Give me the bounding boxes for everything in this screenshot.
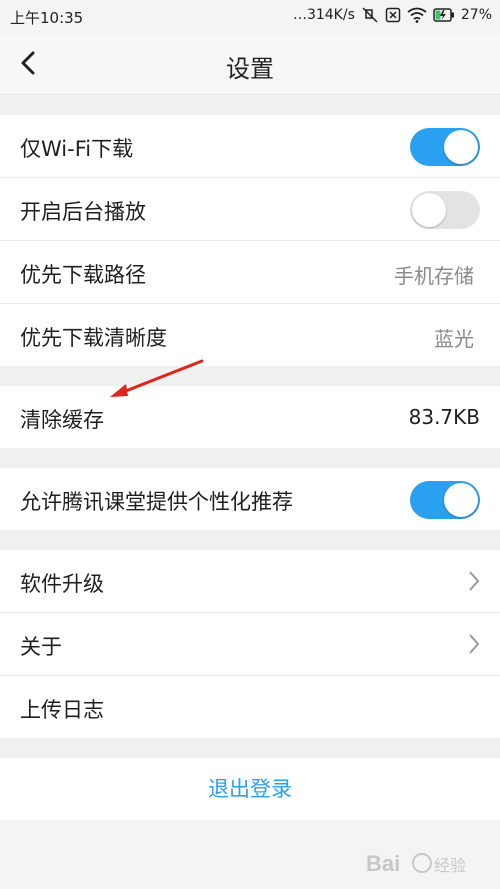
settings-group-recommend: 允许腾讯课堂提供个性化推荐 bbox=[0, 468, 500, 530]
section-gap bbox=[0, 530, 500, 550]
section-gap bbox=[0, 366, 500, 386]
row-label: 关于 bbox=[20, 635, 62, 659]
row-value: 蓝光 bbox=[434, 327, 474, 351]
toggle-knob bbox=[444, 130, 478, 164]
row-value: 手机存储 bbox=[394, 264, 474, 288]
baidu-watermark-logo: Bai 经验 bbox=[366, 851, 466, 876]
row-download-quality[interactable]: 优先下载清晰度 蓝光 bbox=[0, 304, 500, 366]
row-label: 仅Wi-Fi下载 bbox=[20, 137, 134, 161]
toggle-knob bbox=[412, 193, 446, 227]
toggle-switch-off[interactable] bbox=[410, 191, 480, 229]
section-gap bbox=[0, 448, 500, 468]
chevron-right-icon bbox=[469, 571, 480, 591]
toggle-switch-on[interactable] bbox=[410, 128, 480, 166]
battery-percent: 27% bbox=[460, 7, 492, 23]
svg-text:经验: 经验 bbox=[434, 857, 466, 875]
row-label: 清除缓存 bbox=[20, 408, 104, 432]
svg-text:Bai: Bai bbox=[366, 851, 400, 876]
toggle-knob bbox=[444, 483, 478, 517]
mute-icon bbox=[362, 7, 378, 23]
row-upload-log[interactable]: 上传日志 bbox=[0, 676, 500, 738]
toggle-switch-on[interactable] bbox=[410, 481, 480, 519]
row-label: 开启后台播放 bbox=[20, 200, 146, 224]
wifi-icon bbox=[407, 7, 427, 23]
row-label: 上传日志 bbox=[20, 698, 104, 722]
row-personalized-recommend[interactable]: 允许腾讯课堂提供个性化推荐 bbox=[0, 468, 500, 530]
sim-off-icon bbox=[385, 7, 401, 23]
row-clear-cache[interactable]: 清除缓存 83.7KB bbox=[0, 386, 500, 448]
settings-group-download: 仅Wi-Fi下载 开启后台播放 优先下载路径 手机存储 优先下载清晰度 蓝光 bbox=[0, 115, 500, 366]
chevron-right-icon bbox=[469, 634, 480, 654]
row-about[interactable]: 关于 bbox=[0, 613, 500, 676]
page-title: 设置 bbox=[226, 55, 274, 83]
settings-group-cache: 清除缓存 83.7KB bbox=[0, 386, 500, 448]
row-download-path[interactable]: 优先下载路径 手机存储 bbox=[0, 241, 500, 304]
status-icons: …314K/s 27% bbox=[293, 7, 492, 23]
annotation-arrow-icon bbox=[110, 359, 204, 397]
row-software-update[interactable]: 软件升级 bbox=[0, 550, 500, 613]
status-bar: 上午10:35 …314K/s 27% bbox=[0, 0, 500, 34]
status-time: 上午10:35 bbox=[10, 9, 84, 27]
row-wifi-only-download[interactable]: 仅Wi-Fi下载 bbox=[0, 115, 500, 178]
cache-size: 83.7KB bbox=[408, 405, 480, 429]
settings-group-misc: 软件升级 关于 上传日志 bbox=[0, 550, 500, 738]
row-label: 优先下载路径 bbox=[20, 263, 146, 287]
section-gap bbox=[0, 738, 500, 758]
battery-charging-icon bbox=[433, 8, 454, 22]
row-label: 软件升级 bbox=[20, 572, 104, 596]
logout-button[interactable]: 退出登录 bbox=[0, 758, 500, 820]
row-label: 允许腾讯课堂提供个性化推荐 bbox=[20, 490, 293, 514]
row-label: 优先下载清晰度 bbox=[20, 326, 167, 350]
row-background-play[interactable]: 开启后台播放 bbox=[0, 178, 500, 241]
nav-bar: 设置 bbox=[0, 34, 500, 95]
section-gap bbox=[0, 95, 500, 115]
network-speed: …314K/s bbox=[292, 7, 355, 23]
